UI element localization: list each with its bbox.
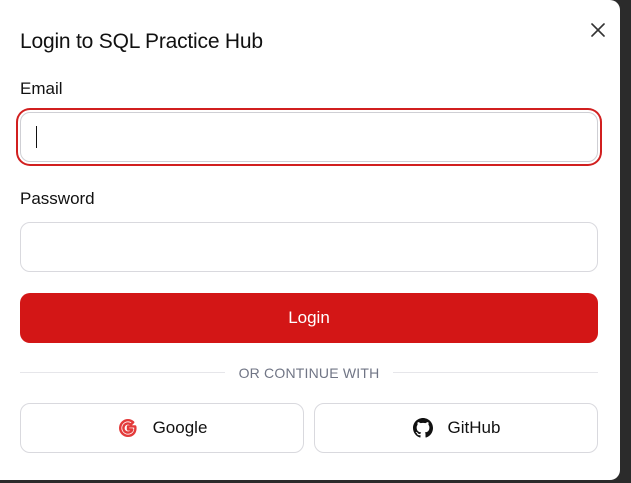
google-login-button[interactable]: Google <box>20 403 304 453</box>
close-icon <box>591 23 605 37</box>
google-icon <box>117 417 139 439</box>
login-dialog: Login to SQL Practice Hub Email Password… <box>0 0 620 480</box>
login-button[interactable]: Login <box>20 293 598 343</box>
github-button-label: GitHub <box>447 418 501 437</box>
password-field[interactable] <box>20 222 598 272</box>
divider-text: OR CONTINUE WITH <box>238 365 380 381</box>
email-label: Email <box>20 79 63 98</box>
divider-line-left <box>20 372 225 373</box>
github-icon <box>412 417 434 439</box>
text-cursor <box>36 126 37 148</box>
google-button-label: Google <box>152 418 208 437</box>
github-login-button[interactable]: GitHub <box>314 403 598 453</box>
close-button[interactable] <box>588 20 608 40</box>
divider-line-right <box>393 372 598 373</box>
dialog-title: Login to SQL Practice Hub <box>20 30 263 53</box>
email-field[interactable] <box>20 112 598 162</box>
password-label: Password <box>20 189 95 208</box>
